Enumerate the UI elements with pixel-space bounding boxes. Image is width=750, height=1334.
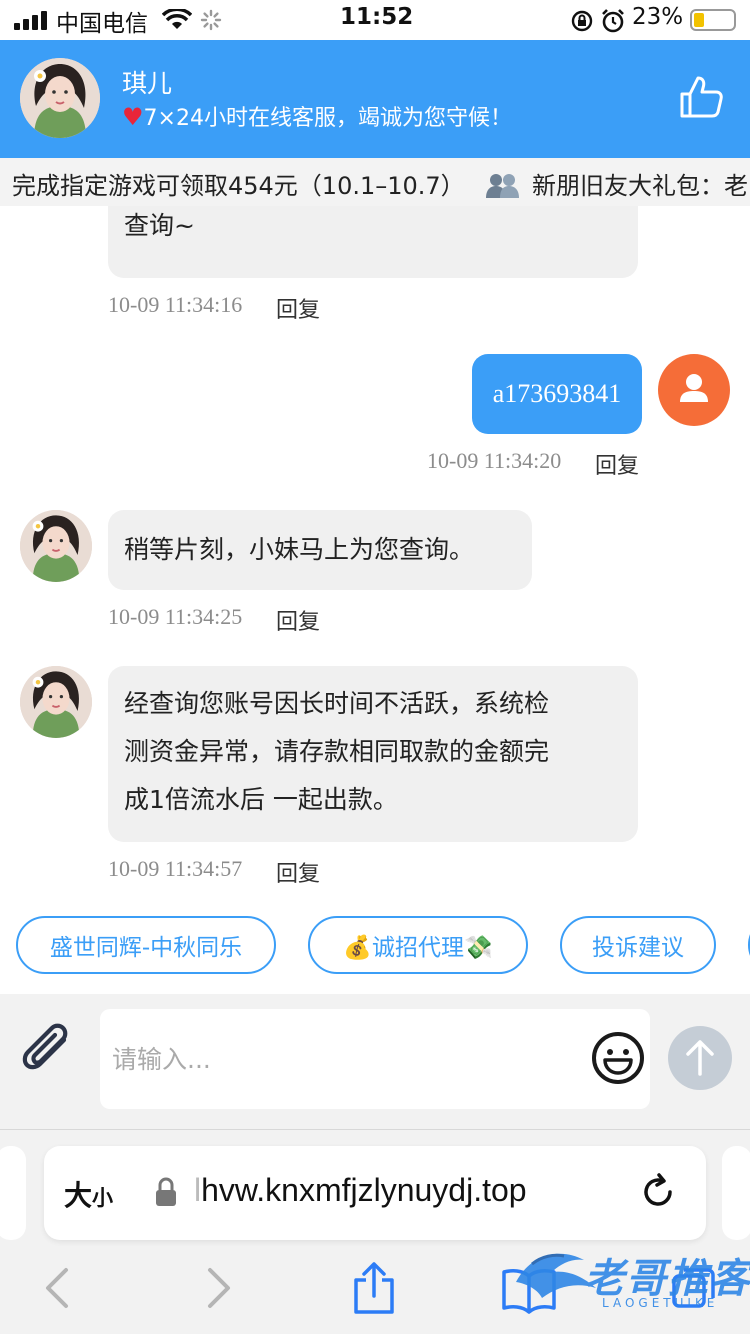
url-text: lhvw.knxmfjzlynuydj.top	[194, 1172, 527, 1209]
quick-reply-button[interactable]: 投诉建议	[560, 916, 716, 974]
ticker-item: 完成指定游戏可领取454元（10.1–10.7）	[12, 172, 465, 200]
message-line: 测资金异常，请存款相同取款的金额完	[124, 737, 550, 766]
heart-icon: ♥	[122, 103, 144, 131]
agent-portrait-icon	[20, 510, 92, 582]
emoji-icon[interactable]	[590, 1030, 646, 1086]
message-text: a173693841	[492, 379, 622, 408]
composer	[0, 994, 750, 1130]
alarm-icon	[602, 9, 624, 33]
ticker-item: 新朋旧友大礼包：老	[531, 172, 748, 200]
battery-icon	[690, 9, 736, 31]
message-input[interactable]	[100, 1009, 650, 1109]
agent-avatar[interactable]	[20, 666, 92, 738]
reply-link[interactable]: 回复	[276, 604, 320, 636]
status-bar: 中国电信 11:52 23%	[0, 0, 750, 40]
loading-icon	[200, 9, 222, 31]
battery-percent: 23%	[632, 4, 684, 30]
quick-replies-bar: 盛世同辉-中秋同乐 💰诚招代理💸 投诉建议	[0, 896, 750, 994]
people-icon	[486, 174, 520, 198]
lock-icon	[156, 1177, 176, 1206]
address-bar[interactable]: 大小 lhvw.knxmfjzlynuydj.top	[44, 1146, 706, 1240]
reply-link[interactable]: 回复	[595, 448, 639, 480]
chat-messages: 查询~ 10-09 11:34:16 回复 a173693841 10-09 1…	[0, 206, 750, 896]
reload-icon[interactable]	[638, 1172, 678, 1212]
signal-icon	[14, 11, 54, 30]
paperclip-icon[interactable]	[20, 1022, 80, 1082]
agent-message-bubble: 查询~	[108, 206, 638, 278]
next-tab[interactable]	[722, 1146, 750, 1240]
message-line: 经查询您账号因长时间不活跃，系统检	[124, 689, 550, 718]
reply-link[interactable]: 回复	[276, 292, 320, 324]
chat-header: 琪儿 ♥7×24小时在线客服，竭诚为您守候！	[0, 40, 750, 158]
agent-portrait-icon	[20, 666, 92, 738]
share-icon[interactable]	[350, 1260, 398, 1316]
message-timestamp: 10-09 11:34:25	[108, 604, 243, 629]
agent-tagline-row: ♥7×24小时在线客服，竭诚为您守候！	[122, 100, 512, 132]
carrier-label: 中国电信	[56, 11, 148, 37]
user-avatar[interactable]	[658, 354, 730, 426]
message-timestamp: 10-09 11:34:16	[108, 292, 243, 317]
agent-avatar[interactable]	[20, 58, 100, 138]
message-text: 稍等片刻，小妹马上为您查询。	[124, 535, 475, 564]
clock: 11:52	[340, 4, 414, 30]
orientation-lock-icon	[571, 10, 593, 32]
arrow-up-icon	[686, 1040, 714, 1076]
quick-reply-button[interactable]: 盛世同辉-中秋同乐	[16, 916, 276, 974]
user-message-bubble: a173693841	[472, 354, 642, 434]
agent-tagline: 7×24小时在线客服，竭诚为您守候！	[143, 106, 512, 131]
user-icon	[680, 374, 708, 402]
wifi-icon	[162, 9, 192, 29]
url-host: hvw.knxmfjzlynuydj.top	[201, 1172, 527, 1208]
agent-message-bubble: 稍等片刻，小妹马上为您查询。	[108, 510, 532, 590]
agent-avatar[interactable]	[20, 510, 92, 582]
send-button[interactable]	[668, 1026, 732, 1090]
message-line: 成1倍流水后 一起出款。	[124, 785, 398, 814]
watermark-subtext: LAOGETUIKE	[602, 1296, 719, 1310]
text-size-small: 小	[92, 1186, 114, 1210]
reply-link[interactable]: 回复	[276, 856, 320, 888]
quick-reply-button[interactable]: 💰诚招代理💸	[308, 916, 528, 974]
previous-tab[interactable]	[0, 1146, 26, 1240]
message-text: 查询~	[124, 211, 195, 240]
message-timestamp: 10-09 11:34:20	[427, 448, 562, 473]
back-icon[interactable]	[36, 1264, 80, 1312]
agent-portrait-icon	[20, 58, 100, 138]
agent-name: 琪儿	[122, 69, 173, 98]
safari-toolbar: 大小 lhvw.knxmfjzlynuydj.top 老哥推客 LAOGETUI…	[0, 1130, 750, 1334]
agent-message-bubble: 经查询您账号因长时间不活跃，系统检 测资金异常，请存款相同取款的金额完 成1倍流…	[108, 666, 638, 842]
text-size-large: 大	[64, 1179, 93, 1212]
watermark-logo: 老哥推客 LAOGETUIKE	[512, 1238, 750, 1328]
ticker-track: 完成指定游戏可领取454元（10.1–10.7） 新朋旧友大礼包：老	[12, 166, 748, 201]
announcement-ticker[interactable]: 完成指定游戏可领取454元（10.1–10.7） 新朋旧友大礼包：老	[0, 158, 750, 206]
forward-icon[interactable]	[196, 1264, 240, 1312]
text-size-button[interactable]: 大小	[64, 1174, 113, 1214]
message-timestamp: 10-09 11:34:57	[108, 856, 243, 881]
thumbs-up-icon[interactable]	[676, 72, 726, 122]
